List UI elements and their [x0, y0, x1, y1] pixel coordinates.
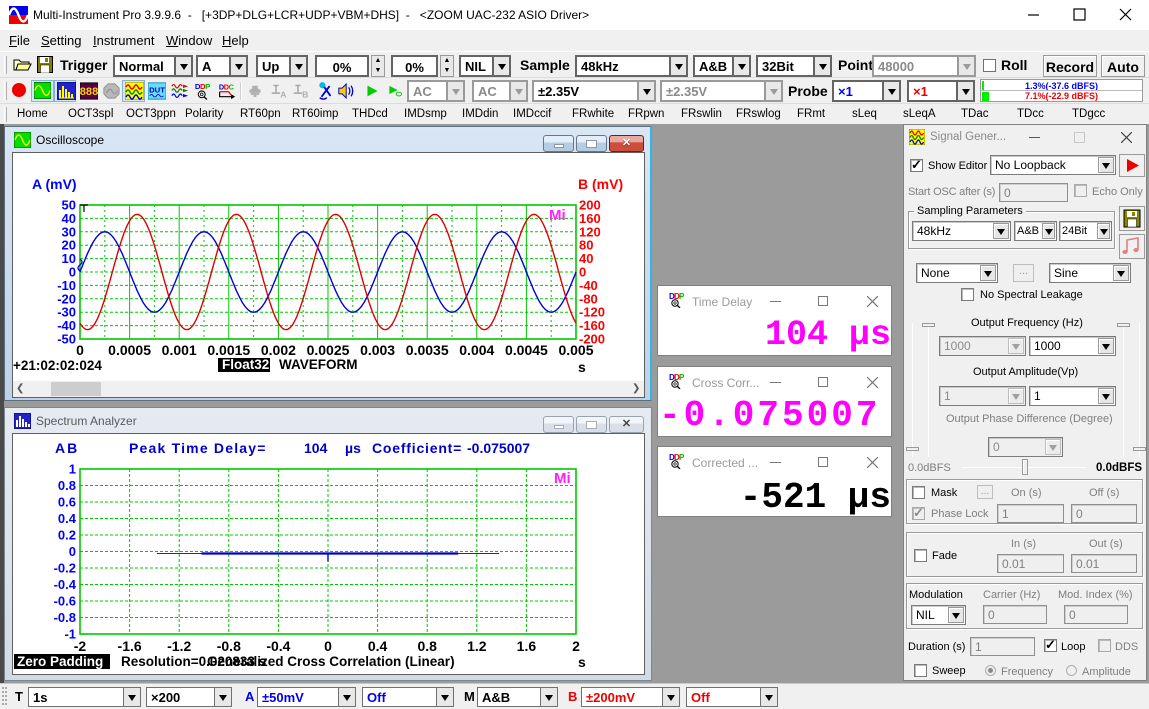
svg-text:888: 888	[80, 86, 98, 98]
svg-text:B: B	[302, 89, 308, 99]
svg-text:P: P	[679, 292, 685, 301]
svg-text:P: P	[679, 373, 685, 382]
svg-text:DUT: DUT	[149, 85, 165, 94]
svg-text:P: P	[679, 453, 685, 462]
svg-text:P: P	[205, 82, 210, 91]
svg-text:A: A	[280, 89, 286, 99]
svg-text:C: C	[229, 82, 235, 91]
